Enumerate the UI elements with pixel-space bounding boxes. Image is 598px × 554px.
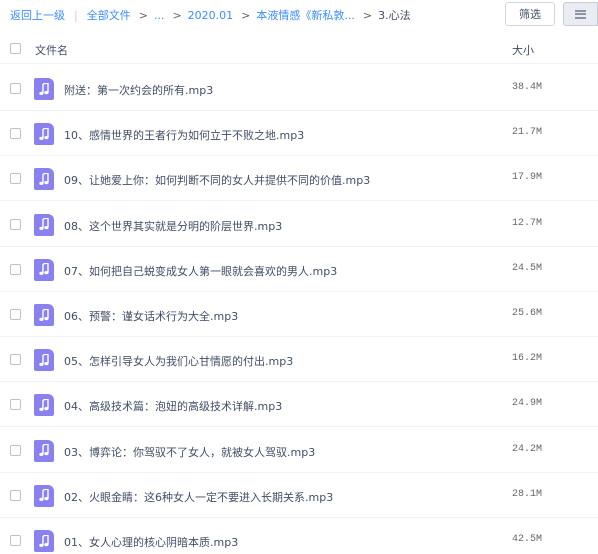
column-header-size[interactable]: 大小	[512, 42, 534, 58]
file-size: 24.2M	[512, 443, 543, 455]
file-size: 17.9M	[512, 172, 543, 184]
breadcrumb-current: 3.心法	[378, 9, 411, 22]
chevron-right-icon: >	[172, 8, 182, 22]
file-row[interactable]: 06、预警：谨女话术行为大全.mp3 25.6M	[0, 292, 598, 337]
file-row[interactable]: 附送：第一次约会的所有.mp3 38.4M	[0, 66, 598, 111]
audio-file-icon	[34, 530, 54, 552]
file-row[interactable]: 09、让她爱上你：如何判断不同的女人并提供不同的价值.mp3 17.9M	[0, 156, 598, 202]
audio-file-icon	[34, 78, 54, 100]
row-checkbox[interactable]	[10, 354, 21, 366]
breadcrumb-root[interactable]: 全部文件	[87, 7, 131, 23]
file-size: 24.5M	[512, 262, 543, 274]
file-size: 16.2M	[512, 353, 543, 365]
breadcrumb-item-folder[interactable]: 本液情感《新私敦...	[256, 7, 355, 23]
back-link[interactable]: 返回上一级	[10, 7, 65, 23]
row-checkbox[interactable]	[10, 399, 21, 411]
breadcrumb: 返回上一级 | 全部文件 > ... > 2020.01 > 本液情感《新私敦.…	[10, 7, 411, 23]
row-checkbox[interactable]	[10, 489, 21, 501]
breadcrumb-ellipsis[interactable]: ...	[154, 9, 165, 22]
row-checkbox[interactable]	[10, 263, 21, 275]
toolbar: 返回上一级 | 全部文件 > ... > 2020.01 > 本液情感《新私敦.…	[0, 0, 598, 30]
row-checkbox[interactable]	[10, 83, 21, 94]
file-size: 25.6M	[512, 308, 543, 319]
audio-file-icon	[34, 304, 54, 326]
select-all-checkbox[interactable]	[10, 43, 21, 54]
file-name[interactable]: 10、感情世界的王者行为如何立于不败之地.mp3	[64, 127, 304, 143]
file-name[interactable]: 05、怎样引导女人为我们心甘情愿的付出.mp3	[64, 353, 293, 369]
file-size: 28.1M	[512, 488, 543, 500]
row-checkbox[interactable]	[10, 218, 21, 230]
file-size: 24.9M	[512, 398, 543, 410]
chevron-right-icon: >	[138, 8, 148, 22]
audio-file-icon	[34, 484, 54, 507]
audio-file-icon	[34, 394, 54, 417]
file-size: 12.7M	[512, 217, 543, 229]
chevron-right-icon: >	[362, 8, 373, 22]
chevron-right-icon: >	[241, 8, 251, 22]
table-header: 文件名 大小	[0, 34, 598, 64]
audio-file-icon	[34, 168, 54, 191]
file-row[interactable]: 01、女人心理的核心阴暗本质.mp3 42.5M	[0, 518, 598, 554]
view-toggle-button[interactable]	[563, 2, 598, 26]
row-checkbox[interactable]	[10, 309, 21, 320]
audio-file-icon	[34, 258, 54, 281]
file-row[interactable]: 04、高级技术篇：泡妞的高级技术详解.mp3 24.9M	[0, 382, 598, 428]
file-name[interactable]: 02、火眼金睛：这6种女人一定不要进入长期关系.mp3	[64, 489, 333, 505]
file-row[interactable]: 03、博弈论：你驾驭不了女人，就被女人驾驭.mp3 24.2M	[0, 428, 598, 473]
list-view-icon	[575, 9, 586, 19]
column-header-name[interactable]: 文件名	[35, 42, 68, 58]
row-checkbox[interactable]	[10, 535, 21, 546]
file-name[interactable]: 08、这个世界其实就是分明的阶层世界.mp3	[64, 218, 282, 234]
file-name[interactable]: 附送：第一次约会的所有.mp3	[64, 82, 213, 98]
file-row[interactable]: 02、火眼金睛：这6种女人一定不要进入长期关系.mp3 28.1M	[0, 473, 598, 518]
file-name[interactable]: 01、女人心理的核心阴暗本质.mp3	[64, 534, 238, 550]
breadcrumb-item-2020-01[interactable]: 2020.01	[188, 9, 234, 22]
audio-file-icon	[34, 213, 54, 236]
row-checkbox[interactable]	[10, 173, 21, 185]
breadcrumb-divider: |	[74, 8, 78, 22]
audio-file-icon	[34, 123, 54, 146]
file-name[interactable]: 03、博弈论：你驾驭不了女人，就被女人驾驭.mp3	[64, 444, 315, 460]
file-name[interactable]: 06、预警：谨女话术行为大全.mp3	[64, 308, 238, 324]
file-size: 38.4M	[512, 82, 543, 93]
file-size: 21.7M	[512, 127, 543, 139]
file-size: 42.5M	[512, 534, 543, 545]
filter-button[interactable]: 筛选	[505, 2, 555, 26]
file-row[interactable]: 07、如何把自己蜕变成女人第一眼就会喜欢的男人.mp3 24.5M	[0, 247, 598, 292]
file-name[interactable]: 07、如何把自己蜕变成女人第一眼就会喜欢的男人.mp3	[64, 263, 337, 279]
audio-file-icon	[34, 349, 54, 372]
file-name[interactable]: 09、让她爱上你：如何判断不同的女人并提供不同的价值.mp3	[64, 172, 370, 188]
audio-file-icon	[34, 439, 54, 462]
file-row[interactable]: 10、感情世界的王者行为如何立于不败之地.mp3 21.7M	[0, 111, 598, 157]
file-row[interactable]: 08、这个世界其实就是分明的阶层世界.mp3 12.7M	[0, 202, 598, 247]
row-checkbox[interactable]	[10, 444, 21, 456]
file-name[interactable]: 04、高级技术篇：泡妞的高级技术详解.mp3	[64, 398, 282, 414]
file-row[interactable]: 05、怎样引导女人为我们心甘情愿的付出.mp3 16.2M	[0, 337, 598, 383]
row-checkbox[interactable]	[10, 128, 21, 140]
